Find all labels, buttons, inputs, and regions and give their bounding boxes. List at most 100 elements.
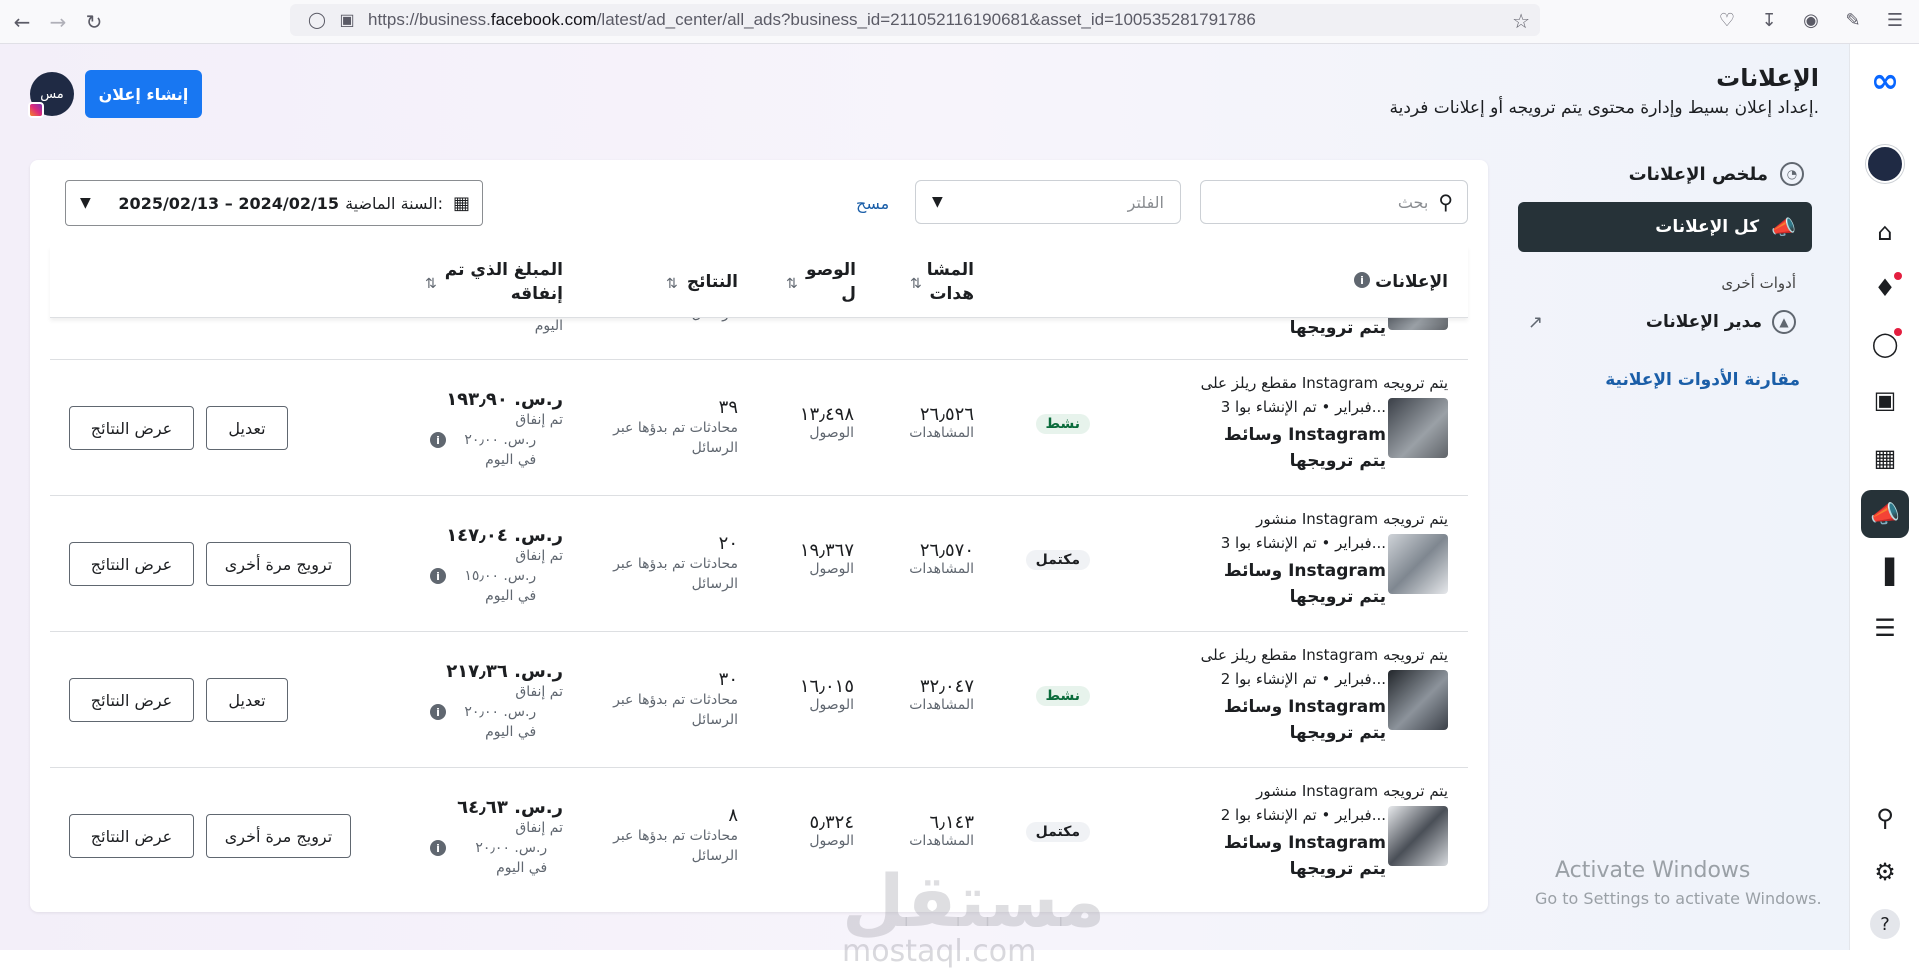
view-results-button[interactable]: عرض النتائج xyxy=(69,814,194,858)
nav-all-ads-label: كل الإعلانات xyxy=(1655,217,1760,237)
header-ads-label: الإعلانات xyxy=(1375,272,1448,292)
clear-link[interactable]: مسح xyxy=(856,194,889,213)
view-results-button[interactable]: عرض النتائج xyxy=(69,406,194,450)
table-row: يتم ترويجها اليوم الرسائل xyxy=(50,296,1468,360)
header-views[interactable]: المشا هدات xyxy=(914,258,974,306)
reach-label: الوصول xyxy=(809,561,854,577)
edit-button[interactable]: تعديل xyxy=(206,678,288,722)
results-value: ٨ xyxy=(728,805,738,826)
shield-icon[interactable]: ◯ xyxy=(308,11,326,29)
ad-thumbnail[interactable] xyxy=(1388,534,1448,594)
create-ad-button[interactable]: إنشاء إعلان xyxy=(85,70,202,118)
search-input[interactable]: بحث ⚲ xyxy=(1200,180,1468,224)
home-icon[interactable]: ⌂ xyxy=(1861,208,1909,256)
back-icon[interactable]: ← xyxy=(8,8,36,36)
header-reach[interactable]: الوصو ل xyxy=(796,258,856,306)
nav-compare-tools[interactable]: مقارنة الأدوات الإعلانية xyxy=(1518,370,1812,390)
ads-icon[interactable]: 📣 xyxy=(1861,490,1909,538)
url-host: facebook.com xyxy=(490,10,597,29)
views-label: المشاهدات xyxy=(909,561,974,577)
bookmark-star-icon[interactable]: ☆ xyxy=(1512,9,1530,34)
nav-ads-summary[interactable]: ملخص الإعلانات ◔ xyxy=(1518,154,1812,194)
sort-icon[interactable]: ⇅ xyxy=(425,276,437,292)
edit-button[interactable]: تعديل xyxy=(206,406,288,450)
download-icon[interactable]: ↧ xyxy=(1755,6,1783,34)
spend-cell: ر.س. ٢١٧٫٣٦ تم إنفاق ر.س. ٢٠٫٠٠ في اليوم xyxy=(446,662,563,742)
nav-all-ads[interactable]: كل الإعلانات 📣 xyxy=(1518,202,1812,252)
spend-cell: ر.س. ١٩٣٫٩٠ تم إنفاق ر.س. ٢٠٫٠٠ في اليوم xyxy=(446,390,563,470)
pocket-icon[interactable]: ♡ xyxy=(1713,6,1741,34)
account-avatar-icon[interactable] xyxy=(1861,140,1909,188)
results-label: محادثات تم بدؤها عبر الرسائل xyxy=(613,420,738,456)
chevron-down-icon: ▼ xyxy=(932,194,943,210)
info-icon[interactable]: i xyxy=(430,704,446,720)
ad-thumbnail[interactable] xyxy=(1388,806,1448,866)
info-icon[interactable]: i xyxy=(1354,272,1370,288)
meta-logo-icon[interactable]: ∞ xyxy=(1862,61,1908,101)
reload-icon[interactable]: ↻ xyxy=(80,8,108,36)
filter-dropdown[interactable]: ▼ الفلتر xyxy=(915,180,1181,224)
content-icon[interactable]: ▣ xyxy=(1861,376,1909,424)
ad-name: وسائط Instagram يتم ترويجها xyxy=(1223,561,1386,607)
info-icon[interactable]: i xyxy=(430,568,446,584)
results-cell: ٨ محادثات تم بدؤها عبر الرسائل xyxy=(598,806,738,866)
account-icon[interactable]: ◉ xyxy=(1797,6,1825,34)
header-ads: الإعلانات xyxy=(1375,270,1448,294)
info-icon[interactable]: i xyxy=(430,840,446,856)
sort-icon[interactable]: ⇅ xyxy=(666,276,678,292)
url-bar[interactable]: ◯ ▣ https://business. facebook.com/latest… xyxy=(290,4,1540,36)
menu-icon[interactable]: ☰ xyxy=(1881,6,1909,34)
url-prefix: https://business. xyxy=(368,10,491,29)
search-icon: ⚲ xyxy=(1438,190,1453,214)
ad-name: وسائط Instagram يتم ترويجها xyxy=(1223,697,1386,743)
views-label: المشاهدات xyxy=(909,833,974,849)
forward-icon[interactable]: → xyxy=(44,8,72,36)
nav-ads-manager[interactable]: ↗ ▲ مدير الإعلانات xyxy=(1518,304,1812,340)
lock-icon[interactable]: ▣ xyxy=(338,11,356,29)
sort-icon[interactable]: ⇅ xyxy=(910,276,922,292)
reach-cell: ١٩٫٣٦٧ الوصول xyxy=(800,540,854,577)
search-placeholder: بحث xyxy=(1397,192,1429,212)
ad-meta: 2 فبراير • تم الإنشاء بوا... xyxy=(1220,670,1386,688)
table-header: الإعلانات i المشا هدات ⇅ الوصو ل ⇅ النتا… xyxy=(50,246,1468,318)
ad-type: منشور Instagram يتم ترويجه xyxy=(1256,782,1448,800)
table-row[interactable]: منشور Instagram يتم ترويجه 2 فبراير • تم… xyxy=(50,768,1468,904)
search-icon[interactable]: ⚲ xyxy=(1861,794,1909,842)
right-rail: ∞ ⌂ ♦ ◯ ▣ ▦ 📣 ▐ ☰ ⚲ ⚙ ? xyxy=(1849,44,1919,950)
settings-icon[interactable]: ⚙ xyxy=(1861,848,1909,896)
insights-icon[interactable]: ▐ xyxy=(1861,548,1909,596)
header-spend[interactable]: المبلغ الذي تم إنفاقه xyxy=(433,258,563,306)
spend-daily: ر.س. ٢٠٫٠٠ في اليوم xyxy=(464,704,537,740)
view-results-button[interactable]: عرض النتائج xyxy=(69,542,194,586)
status-badge: مكتمل xyxy=(1025,550,1090,570)
browser-toolbar: ← → ↻ ◯ ▣ https://business. facebook.com /… xyxy=(0,0,1919,44)
messages-icon[interactable]: ◯ xyxy=(1861,320,1909,368)
ad-thumbnail[interactable] xyxy=(1388,670,1448,730)
reach-value: ١٦٫٠١٥ xyxy=(799,676,854,697)
promote-again-button[interactable]: ترويج مرة أخرى xyxy=(206,814,351,858)
extensions-icon[interactable]: ✎ xyxy=(1839,6,1867,34)
spend-daily: ر.س. ٢٠٫٠٠ في اليوم xyxy=(475,840,548,876)
date-range-picker[interactable]: ▼ 2025/02/13 – 2024/02/15 السنة الماضية:… xyxy=(65,180,483,226)
header-results[interactable]: النتائج xyxy=(687,270,738,294)
spend-daily: ر.س. ١٥٫٠٠ في اليوم xyxy=(464,568,537,604)
sort-icon[interactable]: ⇅ xyxy=(786,276,798,292)
page-title: الإعلانات xyxy=(1716,64,1819,92)
planner-icon[interactable]: ▦ xyxy=(1861,434,1909,482)
nav-ads-summary-label: ملخص الإعلانات xyxy=(1628,163,1768,185)
ad-thumbnail[interactable] xyxy=(1388,398,1448,458)
reach-label: الوصول xyxy=(809,833,854,849)
views-cell: ٢٦٫٥٢٦ المشاهدات xyxy=(909,404,974,441)
avatar-text: مس xyxy=(40,86,64,102)
page-avatar[interactable]: مس xyxy=(28,72,74,118)
info-icon[interactable]: i xyxy=(430,432,446,448)
promote-again-button[interactable]: ترويج مرة أخرى xyxy=(206,542,351,586)
notifications-icon[interactable]: ♦ xyxy=(1861,264,1909,312)
results-label: محادثات تم بدؤها عبر الرسائل xyxy=(613,556,738,592)
view-results-button[interactable]: عرض النتائج xyxy=(69,678,194,722)
all-tools-icon[interactable]: ☰ xyxy=(1861,604,1909,652)
table-row[interactable]: مقطع ريلز على Instagram يتم ترويجه 2 فبر… xyxy=(50,632,1468,768)
help-icon[interactable]: ? xyxy=(1861,900,1909,948)
table-row[interactable]: مقطع ريلز على Instagram يتم ترويجه 3 فبر… xyxy=(50,360,1468,496)
table-row[interactable]: منشور Instagram يتم ترويجه 3 فبراير • تم… xyxy=(50,496,1468,632)
